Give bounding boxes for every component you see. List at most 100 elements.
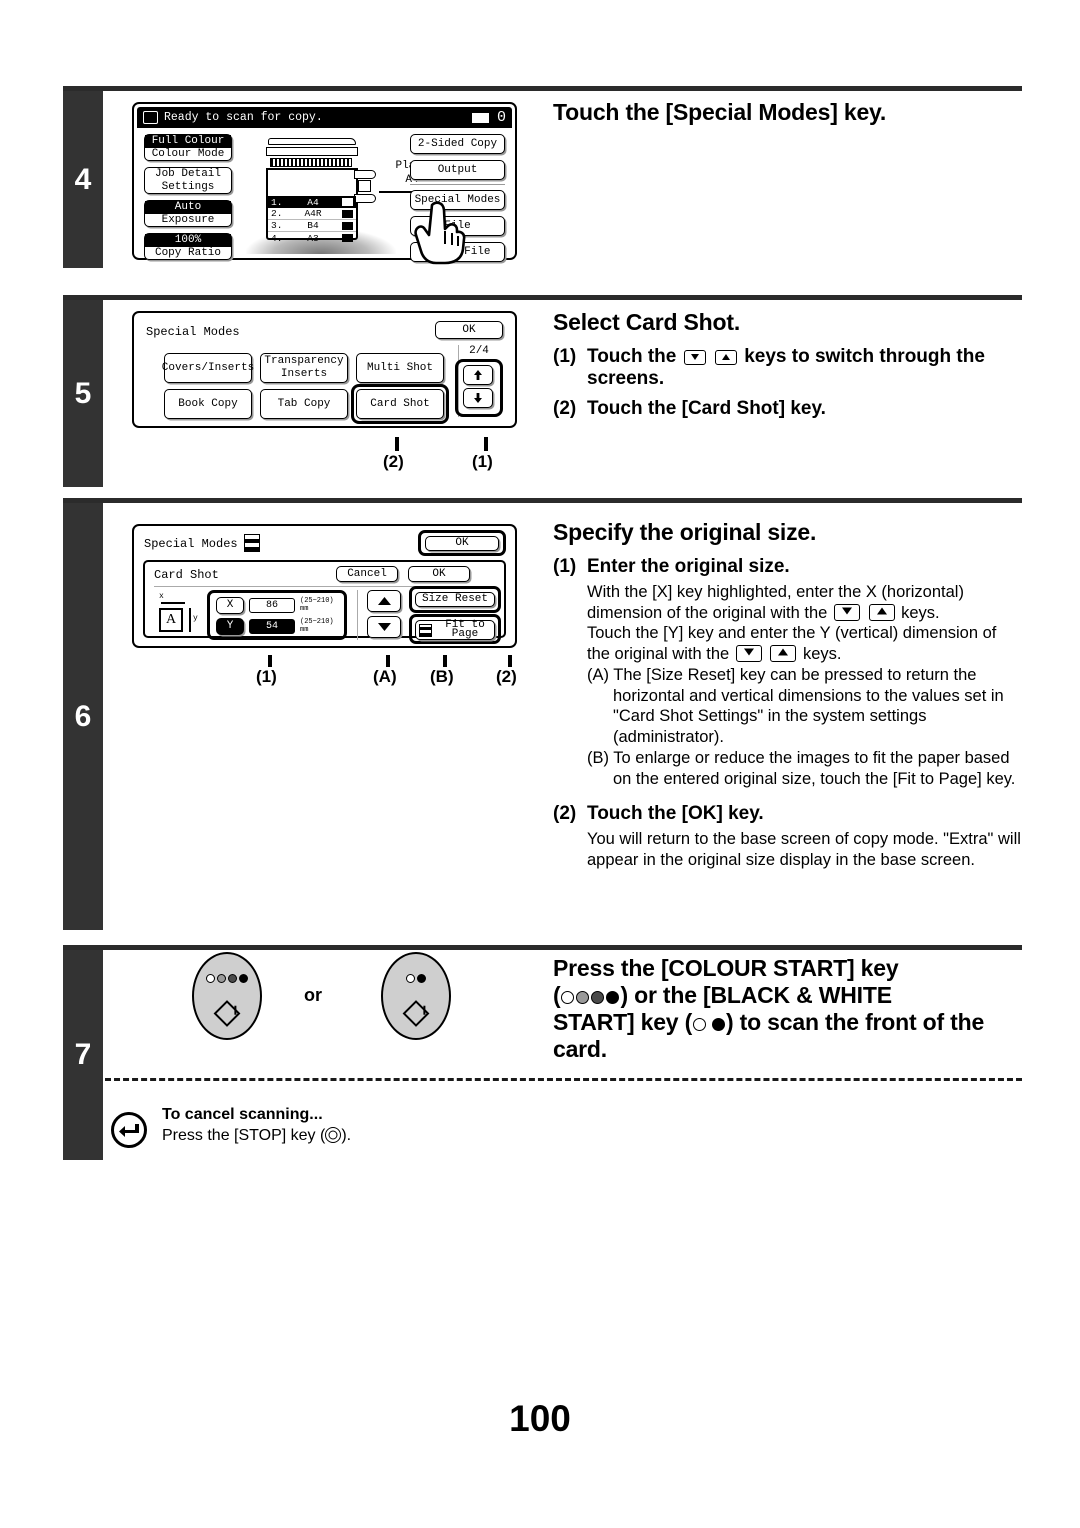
section-divider [63,86,1022,91]
section-divider [63,295,1022,300]
scanner-glass [270,158,352,167]
two-sided-copy-button[interactable]: 2-Sided Copy [410,134,505,154]
output-button[interactable]: Output [410,160,505,180]
card-shot-title: Card Shot [154,568,219,582]
x-key-button[interactable]: X [216,597,244,614]
callout-b: (B) [430,667,454,686]
fit-to-page-highlight-box: Fit to Page [409,614,501,644]
copy-ratio-button[interactable]: 100% Copy Ratio [144,233,232,260]
exposure-value: Auto [145,200,231,214]
outer-ok-button[interactable]: OK [425,536,499,551]
triangle-up-icon [377,597,391,605]
ok-button[interactable]: OK [435,321,503,339]
page-number: 100 [509,1398,571,1439]
y-value-field[interactable]: 54 [249,619,295,634]
size-entry-highlight-box: X 86 (25~210) mm Y 54 (25~210) mm [207,590,347,640]
cancel-note-body: Press the [STOP] key (). [162,1127,352,1144]
manual-page: 4 Ready to scan for copy. 0 Full Colour … [0,0,1080,1528]
or-label: or [304,985,322,1005]
special-modes-header: Special Modes [146,325,240,339]
multi-shot-button[interactable]: Multi Shot [356,353,444,383]
cancel-note: To cancel scanning... Press the [STOP] k… [162,1106,662,1145]
y-axis-label: y [193,614,198,623]
document-icon [143,111,158,124]
covers-inserts-button[interactable]: Covers/Inserts [162,353,254,383]
scroll-up-button[interactable] [463,365,493,385]
arrow-down-key-icon [735,644,762,662]
copy-base-screen-panel: Ready to scan for copy. 0 Full Colour Co… [132,102,517,265]
arrow-down-key-icon [833,603,860,621]
step-5-title: Select Card Shot. [553,309,741,335]
card-shot-button[interactable]: Card Shot [356,389,444,419]
y-arrow [189,608,191,632]
inner-ok-button[interactable]: OK [408,566,470,582]
exposure-button[interactable]: Auto Exposure [144,200,232,227]
tray-row[interactable]: 2. A4R [268,208,356,220]
colour-start-key[interactable] [192,952,262,1040]
callout-tick [484,437,488,451]
tab-copy-button[interactable]: Tab Copy [260,389,348,419]
x-value-field[interactable]: 86 [249,598,295,613]
dot-white-icon [693,1018,707,1031]
return-icon [111,1112,147,1148]
job-detail-settings-button[interactable]: Job Detail Settings [144,167,232,194]
step-4-title: Touch the [Special Modes] key. [553,99,887,125]
scroll-keys-highlight-box [455,359,503,417]
item-body: Touch the [OK] key. [587,803,764,824]
step-number-label: 5 [74,376,92,410]
item-body: Enter the original size. [587,556,790,577]
item-marker: (2) [553,398,577,419]
job-detail-line1: Job Detail [154,167,221,180]
exposure-label: Exposure [161,213,215,226]
callout-2: (2) [383,452,404,471]
item-body: Touch the keys to switch through the scr… [587,346,985,389]
instruction-item: (2) Touch the [Card Shot] key. [553,398,1023,420]
callout-tick [395,437,399,451]
special-modes-panel: Special Modes OK Covers/Inserts Transpar… [132,311,517,428]
tray-row[interactable]: 1. A4 [268,196,356,208]
x-axis-label: x [159,592,164,601]
status-text: Ready to scan for copy. [164,111,323,124]
colour-mode-label: Colour Mode [151,147,225,160]
step-7-instructions: Press the [COLOUR START] key () or the [… [553,955,1023,1073]
tray-icon [342,234,353,242]
x-arrow [161,602,185,604]
scroll-down-button[interactable] [463,388,493,408]
callout-tick [268,655,272,667]
callout-2: (2) [496,667,517,686]
transparency-inserts-button[interactable]: Transparency Inserts [260,353,348,383]
callout-tick [508,655,512,667]
item-marker: (2) [553,803,577,824]
x-row: X 86 (25~210) mm [216,597,334,614]
section-divider [63,945,1022,950]
y-key-button[interactable]: Y [216,618,244,635]
fit-to-page-button[interactable]: Fit to Page [415,620,495,640]
dot-white [206,974,215,983]
tray-row[interactable]: 4. A3 [268,232,356,244]
value-down-button[interactable] [367,616,401,638]
original-size-diagram: x A y [157,592,203,636]
output-tray-lower [354,194,376,203]
sub1-item-b: (B) To enlarge or reduce the images to f… [587,749,1016,788]
bw-indicator-dots [383,974,449,983]
colour-mode-button[interactable]: Full Colour Colour Mode [144,134,232,161]
tray-row[interactable]: 3. B4 [268,220,356,232]
pointing-hand-icon [414,201,466,265]
paper-type-icon [358,180,371,192]
arrow-down-icon [474,393,482,403]
value-up-button[interactable] [367,590,401,612]
divider [410,184,505,185]
callout-1: (1) [256,667,277,686]
tray-icon [342,198,353,206]
book-copy-button[interactable]: Book Copy [164,389,252,419]
cancel-button[interactable]: Cancel [336,566,398,582]
job-detail-line2: Settings [161,180,215,193]
output-tray-upper [354,170,376,179]
cancel-note-title: To cancel scanning... [162,1106,323,1123]
dot-light-gray-icon [576,991,590,1004]
special-modes-grid: Covers/Inserts Transparency Inserts Mult… [162,353,449,424]
step-7-title: Press the [COLOUR START] key () or the [… [553,955,985,1062]
black-white-start-key[interactable] [381,952,451,1040]
start-diamond-icon [213,1000,241,1027]
size-reset-button[interactable]: Size Reset [415,592,495,607]
